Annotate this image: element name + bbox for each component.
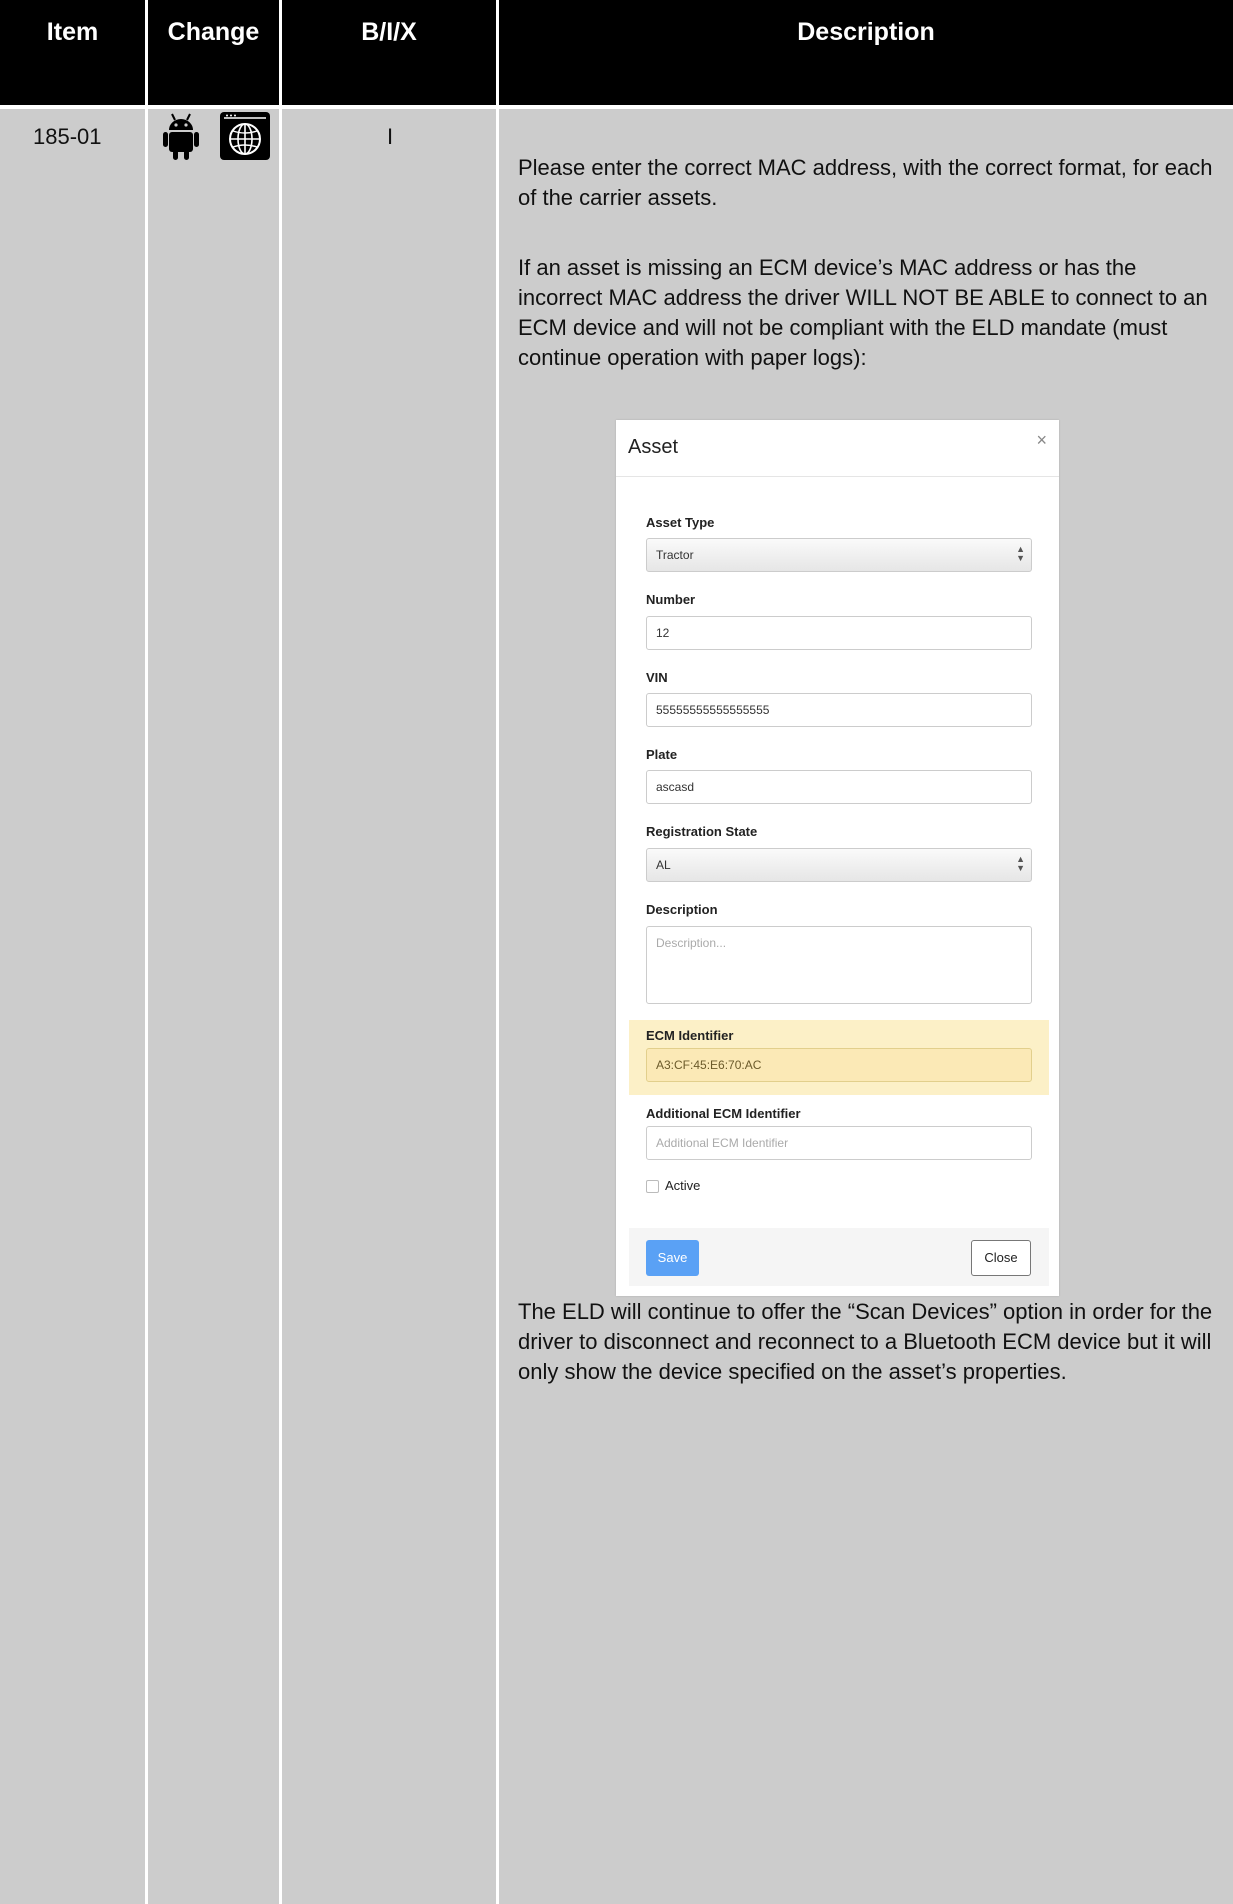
description-paragraph: The ELD will continue to offer the “Scan… <box>518 1299 1213 1384</box>
description-paragraph: Please enter the correct MAC address, wi… <box>518 155 1213 210</box>
select-arrows-icon: ▲ ▼ <box>1016 544 1025 563</box>
close-icon[interactable]: × <box>1036 430 1047 451</box>
ecm-identifier-label: ECM Identifier <box>646 1028 734 1043</box>
header-bix: B/I/X <box>361 18 417 46</box>
vin-label: VIN <box>646 670 668 685</box>
header-divider <box>145 0 148 105</box>
asset-type-value: Tractor <box>656 548 694 562</box>
number-label: Number <box>646 592 696 607</box>
active-checkbox[interactable] <box>646 1180 659 1193</box>
item-number: 185-01 <box>33 124 102 149</box>
registration-state-select[interactable]: AL ▲ ▼ <box>646 848 1032 882</box>
modal-title: Asset <box>628 436 679 458</box>
save-button[interactable]: Save <box>646 1240 699 1276</box>
additional-ecm-label: Additional ECM Identifier <box>646 1106 801 1121</box>
web-globe-icon <box>220 112 270 160</box>
cell-item <box>0 109 145 1904</box>
description-label: Description <box>646 902 718 917</box>
registration-state-label: Registration State <box>646 824 758 839</box>
asset-type-select[interactable]: Tractor ▲ ▼ <box>646 538 1032 572</box>
vin-input[interactable]: 55555555555555555 <box>646 693 1032 727</box>
cell-bix <box>282 109 496 1904</box>
description-paragraph: If an asset is missing an ECM device’s M… <box>518 255 1208 370</box>
header-item: Item <box>46 18 99 46</box>
bix-value: I <box>387 124 394 149</box>
plate-label: Plate <box>646 747 678 762</box>
header-change: Change <box>167 18 260 46</box>
table-header: Item Change B/I/X Description <box>0 0 1233 105</box>
modal-header: Asset × <box>616 420 1059 477</box>
description-textarea[interactable]: Description... <box>646 926 1032 1004</box>
additional-ecm-input[interactable]: Additional ECM Identifier <box>646 1126 1032 1160</box>
close-button[interactable]: Close <box>971 1240 1031 1276</box>
plate-input[interactable]: ascasd <box>646 770 1032 804</box>
cell-change <box>148 109 279 1904</box>
active-label: Active <box>665 1178 701 1193</box>
asset-type-label: Asset Type <box>646 515 715 530</box>
ecm-identifier-input[interactable]: A3:CF:45:E6:70:AC <box>646 1048 1032 1082</box>
number-input[interactable]: 12 <box>646 616 1032 650</box>
header-divider <box>279 0 282 105</box>
header-description: Description <box>797 18 935 46</box>
registration-state-value: AL <box>656 858 671 872</box>
asset-modal-screenshot: Asset × Asset Type Tractor ▲ ▼ Number 12 … <box>616 420 1059 1296</box>
select-arrows-icon: ▲ ▼ <box>1016 854 1025 873</box>
header-divider <box>496 0 499 105</box>
android-icon <box>163 113 199 160</box>
